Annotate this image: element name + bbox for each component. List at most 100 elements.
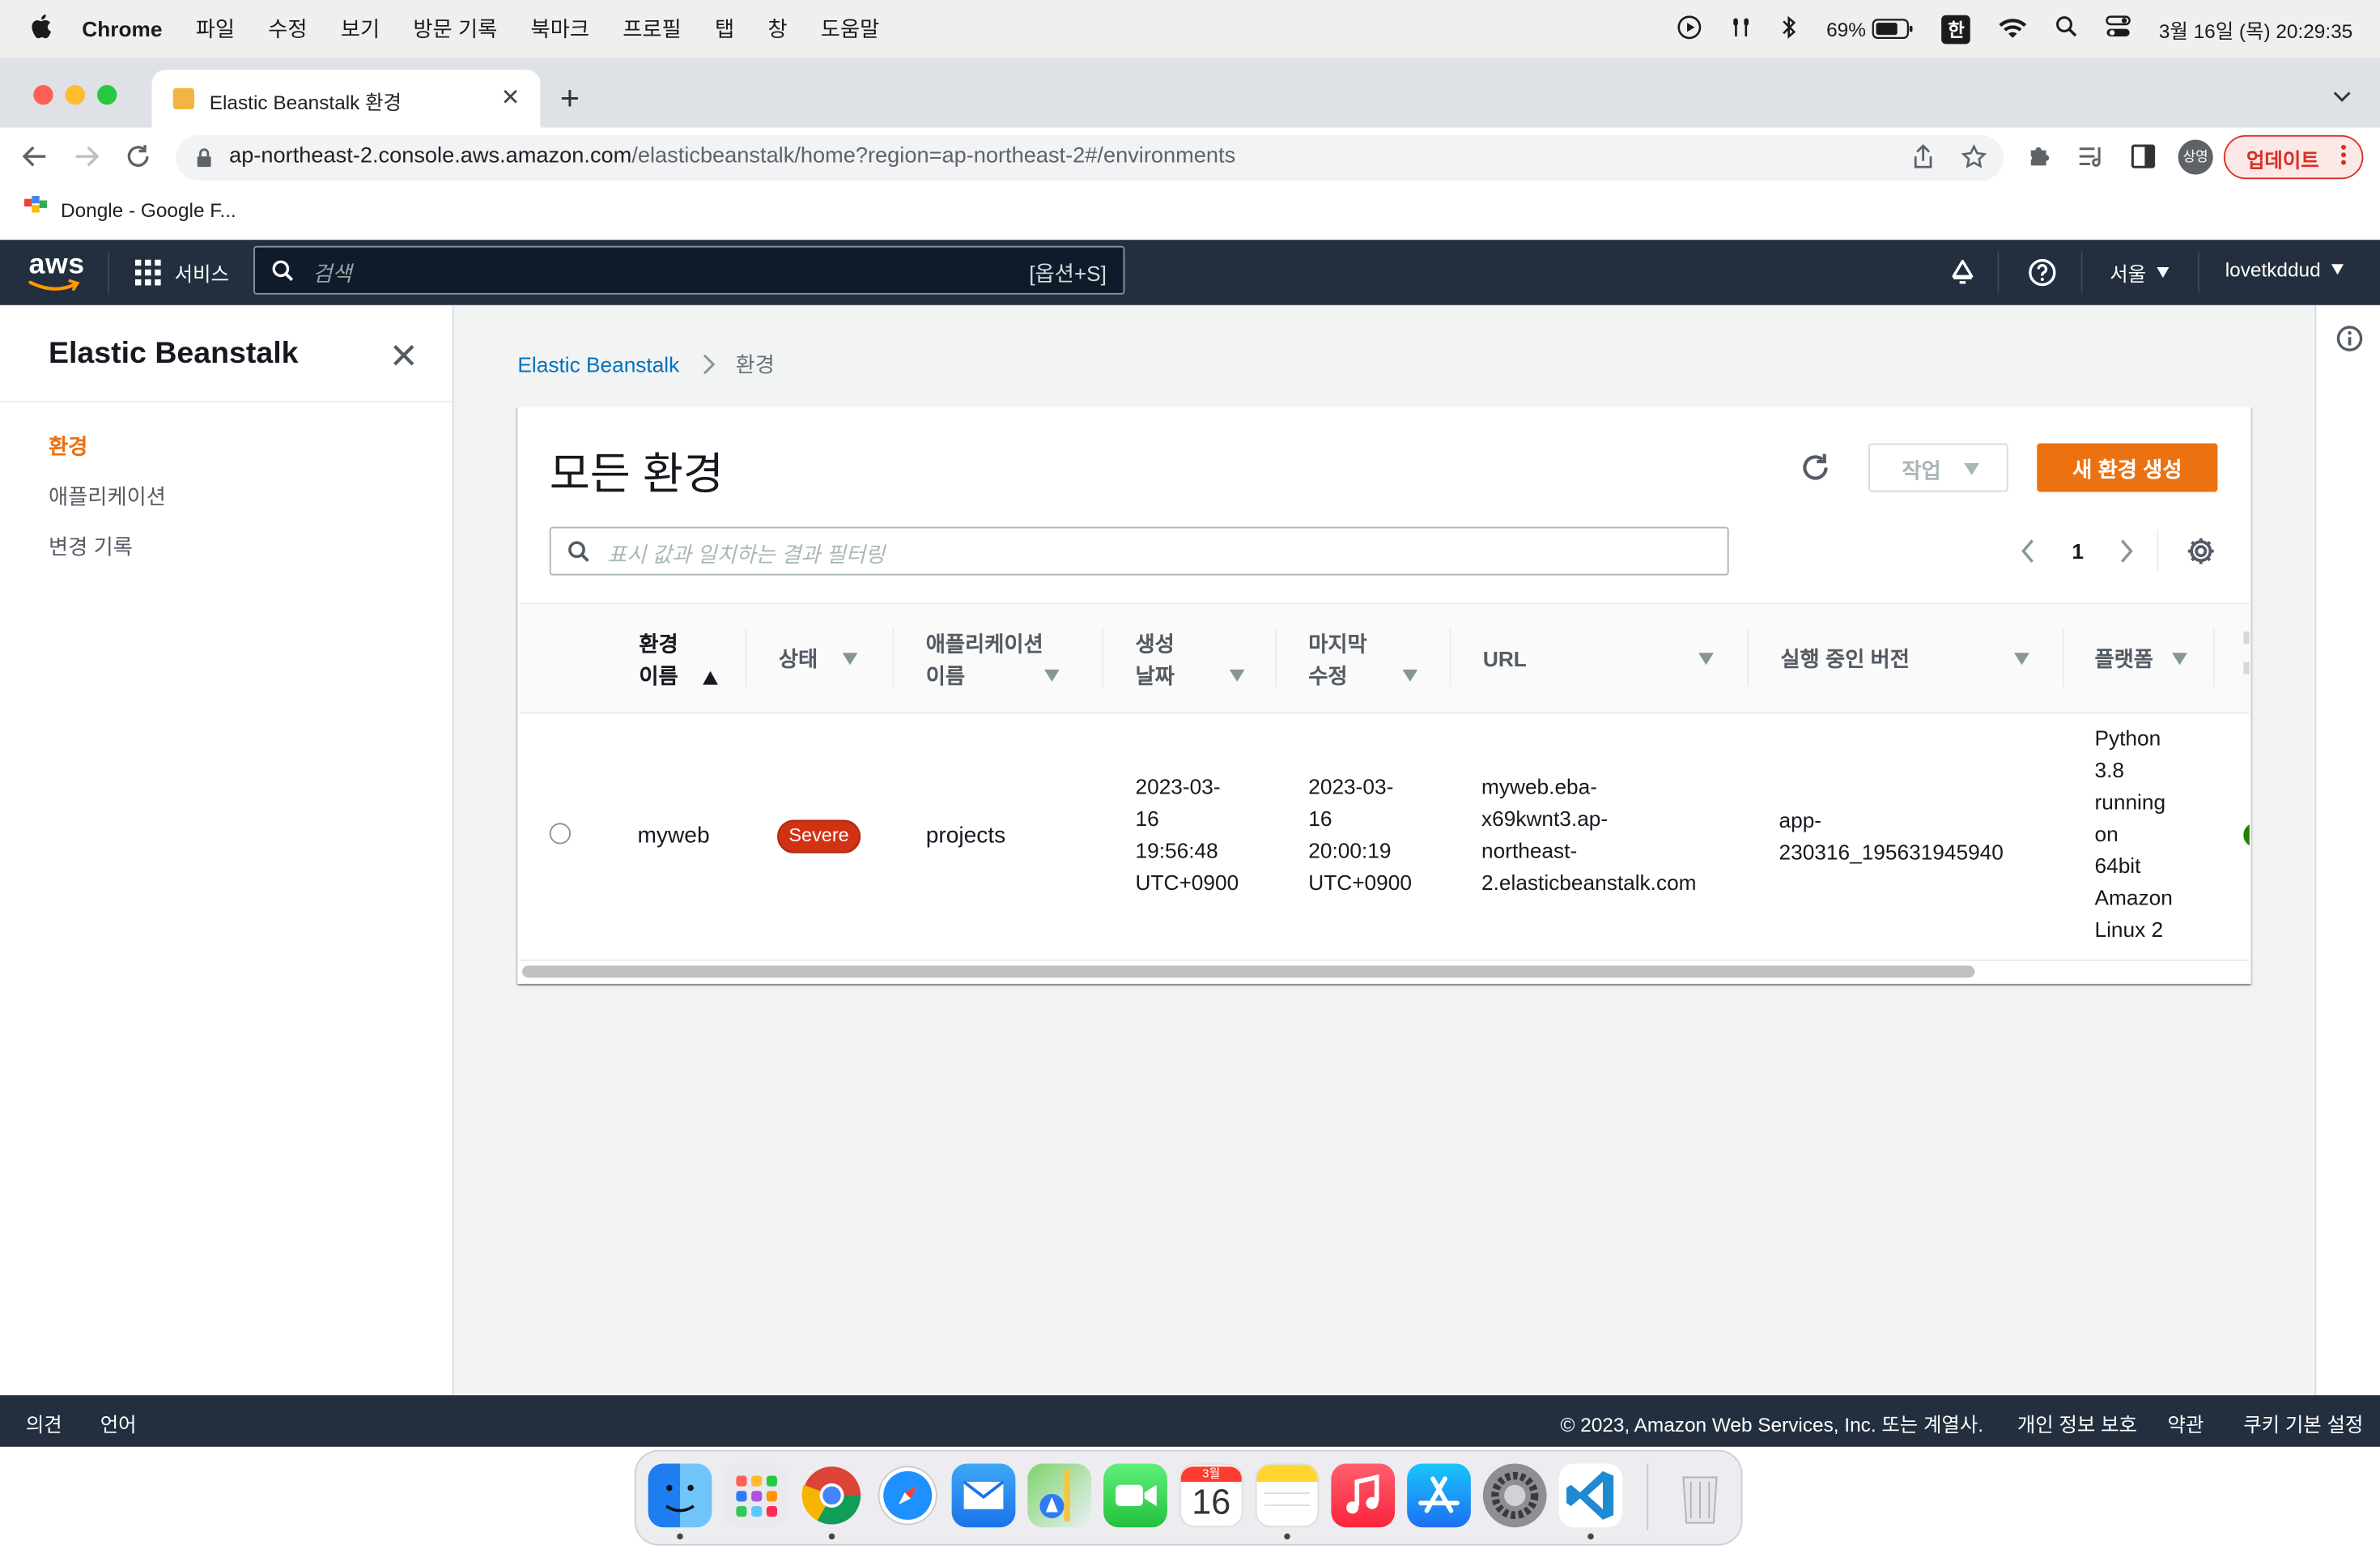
global-search-input[interactable]: 검색 [옵션+S] [253,245,1125,295]
close-icon[interactable] [392,343,416,375]
tab-close-icon[interactable]: ✕ [501,83,521,111]
next-page-chevron-icon[interactable] [2119,538,2135,572]
breadcrumb-root-link[interactable]: Elastic Beanstalk [517,352,679,377]
column-header-url[interactable]: URL [1483,644,1527,675]
table-settings-gear-icon[interactable] [2186,536,2216,574]
version-line: 230316_195631945940 [1779,839,2004,864]
trash-icon[interactable] [1668,1464,1732,1528]
control-center-icon[interactable] [2106,15,2131,43]
chrome-icon[interactable] [800,1464,864,1528]
cookie-preferences-link[interactable]: 쿠키 기본 설정 [2243,1409,2363,1438]
column-header-created[interactable]: 생성 날짜 [1136,628,1244,692]
bookmark-star-icon[interactable] [1961,143,1987,177]
column-header-last-modified[interactable]: 마지막 수정 [1308,628,1417,692]
menubar-item-edit[interactable]: 수정 [268,14,307,45]
mail-icon[interactable] [951,1463,1016,1528]
menubar-app-name[interactable]: Chrome [82,17,162,41]
row-select-radio[interactable] [549,823,571,845]
sidenav-item-change-history[interactable]: 변경 기록 [49,531,133,562]
window-minimize-button[interactable] [65,85,85,105]
window-zoom-button[interactable] [97,85,117,105]
filter-input[interactable]: 표시 값과 일치하는 결과 필터링 [549,526,1729,576]
scrollbar-thumb[interactable] [522,965,1975,978]
system-settings-icon[interactable] [1482,1463,1547,1528]
reload-icon[interactable] [125,143,152,177]
window-close-button[interactable] [33,85,53,105]
prev-page-chevron-icon[interactable] [2021,538,2036,572]
sort-caret-icon [1401,669,1417,682]
address-bar[interactable]: ap-northeast-2.console.aws.amazon.com/el… [176,134,2004,181]
environment-name-link[interactable]: myweb [638,820,710,852]
sidenav-item-applications[interactable]: 애플리케이션 [49,481,166,512]
column-header-environment-name[interactable]: 환경 이름 [639,628,718,692]
app-store-icon[interactable] [1407,1463,1471,1528]
column-header-platform[interactable]: 플랫폼 [2095,644,2187,675]
bookmark-item[interactable]: Dongle - Google F... [24,194,236,223]
notifications-bell-icon[interactable] [1949,258,1977,295]
extensions-puzzle-icon[interactable] [2026,144,2052,177]
application-name-link[interactable]: projects [926,820,1005,852]
launchpad-icon[interactable] [724,1463,788,1528]
table-horizontal-scrollbar[interactable] [519,960,2250,981]
column-header-line1: 환경 [639,632,678,656]
calendar-icon[interactable]: 3월 16 [1179,1463,1243,1528]
info-icon[interactable] [2336,325,2364,360]
wifi-icon[interactable] [1998,16,2029,42]
update-button[interactable]: 업데이트 [2223,134,2364,180]
spotlight-search-icon[interactable] [2055,15,2078,43]
menubar-item-profiles[interactable]: 프로필 [623,14,681,45]
maps-icon[interactable] [1027,1463,1092,1528]
chevron-right-icon [703,354,715,375]
sidenav-item-environments[interactable]: 환경 [49,432,87,462]
region-selector[interactable]: 서울 [2110,258,2170,287]
bluetooth-icon[interactable] [1781,15,1800,44]
safari-icon[interactable] [876,1464,940,1528]
sidenav-title[interactable]: Elastic Beanstalk [49,337,298,372]
menubar-item-file[interactable]: 파일 [196,14,235,45]
share-icon[interactable] [1913,144,1934,177]
column-header-application-name[interactable]: 애플리케이션 이름 [926,628,1060,692]
tab-search-chevron-icon[interactable] [2331,85,2352,113]
account-menu[interactable]: lovetkddud [2225,258,2344,281]
menubar-item-tab[interactable]: 탭 [715,14,734,45]
environment-url-link[interactable]: myweb.eba- x69kwnt3.ap- northeast- 2.ela… [1481,772,1697,900]
notes-icon[interactable] [1255,1463,1320,1528]
forward-arrow-icon[interactable] [73,143,100,177]
battery-status[interactable]: 69% [1826,18,1915,40]
column-header-status[interactable]: 상태 [779,644,857,675]
back-arrow-icon[interactable] [21,143,49,177]
current-page-number[interactable]: 1 [2072,539,2084,564]
privacy-link[interactable]: 개인 정보 보호 [2017,1409,2137,1438]
menubar-item-history[interactable]: 방문 기록 [413,14,497,45]
feedback-link[interactable]: 의견 [26,1409,62,1438]
menubar-item-bookmarks[interactable]: 북마크 [531,14,589,45]
terms-link[interactable]: 약관 [2168,1409,2204,1438]
menubar-item-view[interactable]: 보기 [341,14,380,45]
profile-avatar[interactable]: 상영 [2178,139,2213,175]
facetime-icon[interactable] [1103,1463,1167,1528]
create-environment-button[interactable]: 새 환경 생성 [2037,443,2218,492]
side-panel-icon[interactable] [2131,144,2156,176]
menubar-clock[interactable]: 3월 16일 (목) 20:29:35 [2159,15,2352,44]
browser-tab-active[interactable]: Elastic Beanstalk 환경 ✕ [151,70,541,128]
menubar-item-help[interactable]: 도움말 [821,14,879,45]
language-link[interactable]: 언어 [100,1409,137,1438]
airpods-icon[interactable] [1729,15,1753,44]
help-icon[interactable] [2028,258,2057,295]
actions-dropdown-button[interactable]: 작업 [1868,443,2008,492]
finder-icon[interactable] [648,1463,712,1528]
column-header-running-version[interactable]: 실행 중인 버전 [1780,644,1909,675]
vscode-icon[interactable] [1558,1463,1623,1528]
music-icon[interactable] [1331,1463,1396,1528]
modified-date-line: 2023-03- [1308,774,1394,799]
input-method-indicator[interactable]: 한 [1941,14,1971,44]
services-menu-button[interactable]: 서비스 [134,255,229,288]
aws-logo[interactable]: aws [28,249,84,295]
sort-caret-icon [2171,653,2187,666]
reading-list-icon[interactable] [2078,144,2106,176]
apple-icon[interactable] [31,14,52,45]
play-status-icon[interactable] [1677,15,1702,44]
refresh-button[interactable] [1799,451,1832,492]
menubar-item-window[interactable]: 창 [767,14,787,45]
new-tab-button[interactable]: + [560,79,580,119]
